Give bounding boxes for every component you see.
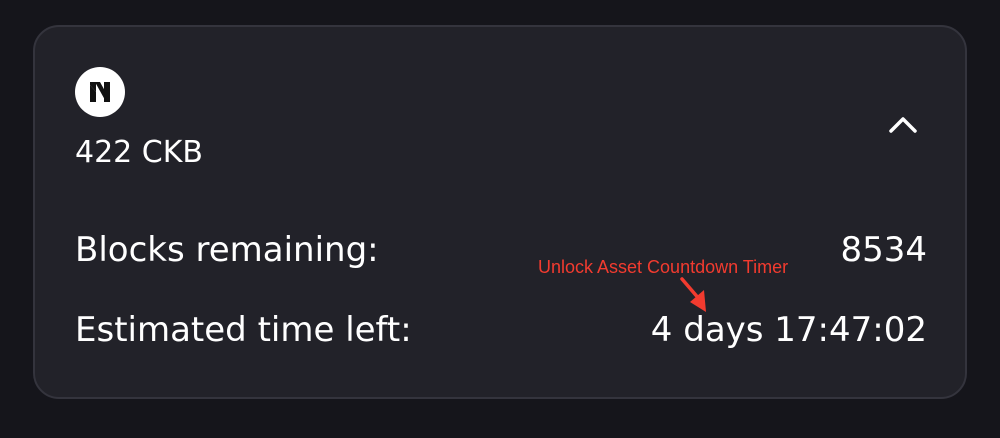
asset-amount: 422 CKB [75, 135, 203, 170]
chevron-up-icon [889, 117, 917, 133]
nervos-logo-icon [75, 67, 125, 117]
annotation-arrow-icon [680, 277, 706, 312]
annotation-label: Unlock Asset Countdown Timer [538, 257, 789, 277]
blocks-remaining-value: 8534 [840, 230, 927, 270]
time-left-label: Estimated time left: [75, 310, 412, 350]
asset-card: 422 CKB Blocks remaining: 8534 Estimated… [33, 25, 967, 399]
time-left-value: 4 days 17:47:02 [650, 310, 927, 350]
blocks-remaining-label: Blocks remaining: [75, 230, 379, 270]
collapse-button[interactable] [880, 102, 926, 148]
